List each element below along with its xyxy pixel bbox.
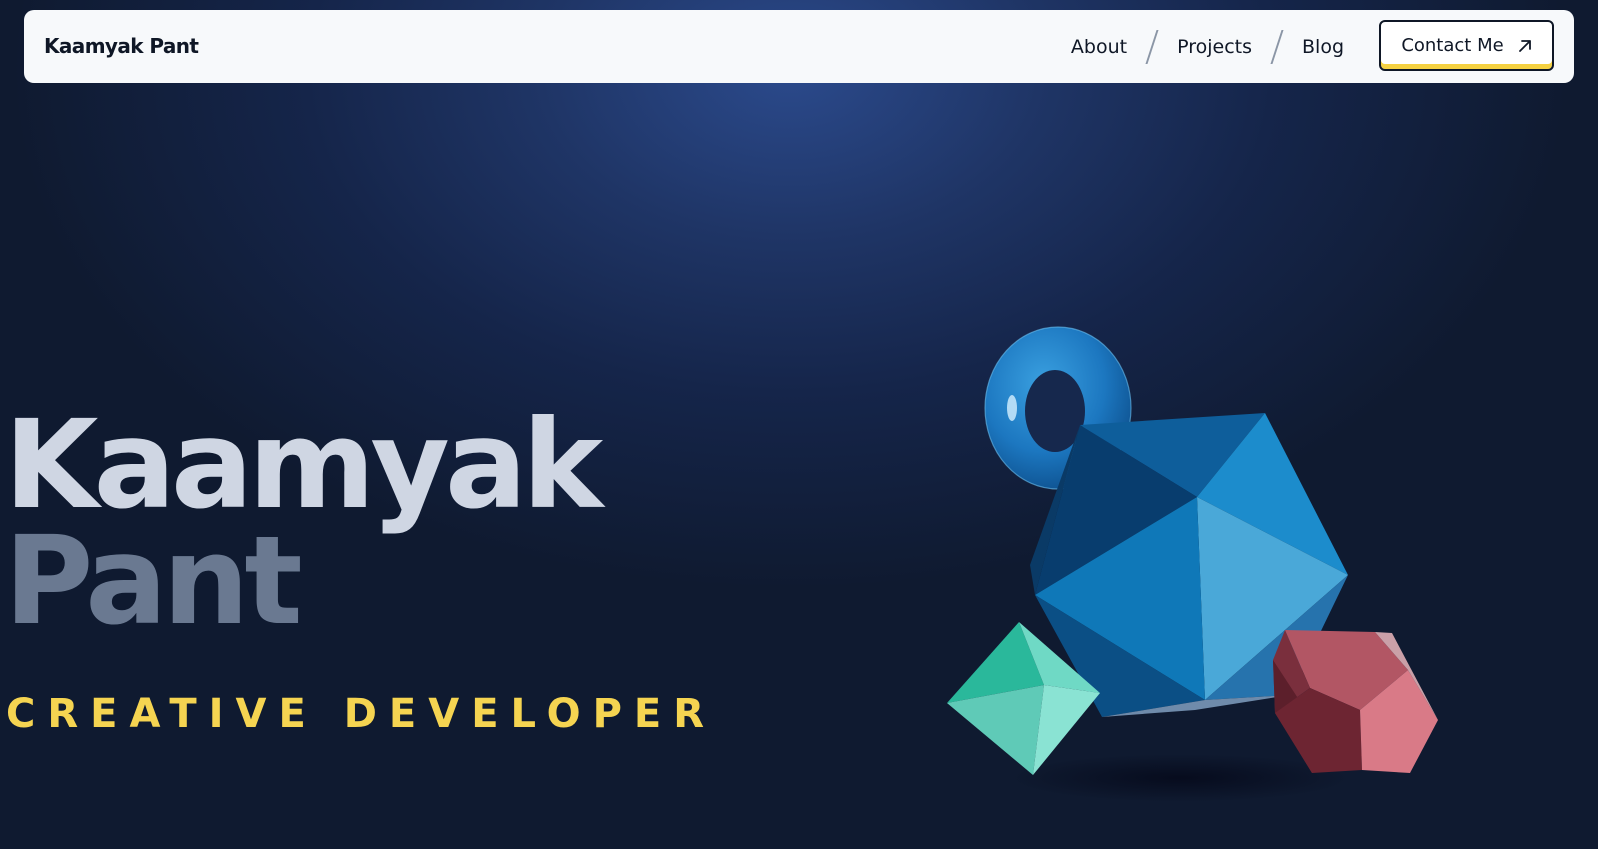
nav-separator: [1270, 29, 1284, 64]
ground-shadow: [1010, 754, 1350, 802]
hero-last-name: Pant: [4, 510, 303, 652]
brand-logo-text[interactable]: Kaamyak Pant: [44, 10, 199, 83]
arrow-up-right-icon: [1518, 39, 1532, 53]
nav-link-blog[interactable]: Blog: [1300, 36, 1346, 58]
nav-link-about[interactable]: About: [1069, 36, 1129, 58]
dodecahedron-shape: [1273, 630, 1438, 773]
contact-me-label: Contact Me: [1401, 35, 1504, 56]
top-navbar: Kaamyak Pant About Projects Blog Contact…: [24, 10, 1574, 83]
nav-separator: [1145, 29, 1159, 64]
nav-links: About Projects Blog: [1069, 10, 1346, 83]
page: Kaamyak Pant About Projects Blog Contact…: [0, 0, 1598, 849]
3d-shapes-illustration: [947, 326, 1438, 802]
contact-me-button[interactable]: Contact Me: [1379, 20, 1554, 71]
hero-first-name: Kaamyak: [4, 394, 603, 536]
hero-tagline: CREATIVE DEVELOPER: [6, 691, 717, 737]
nav-link-projects[interactable]: Projects: [1175, 36, 1254, 58]
